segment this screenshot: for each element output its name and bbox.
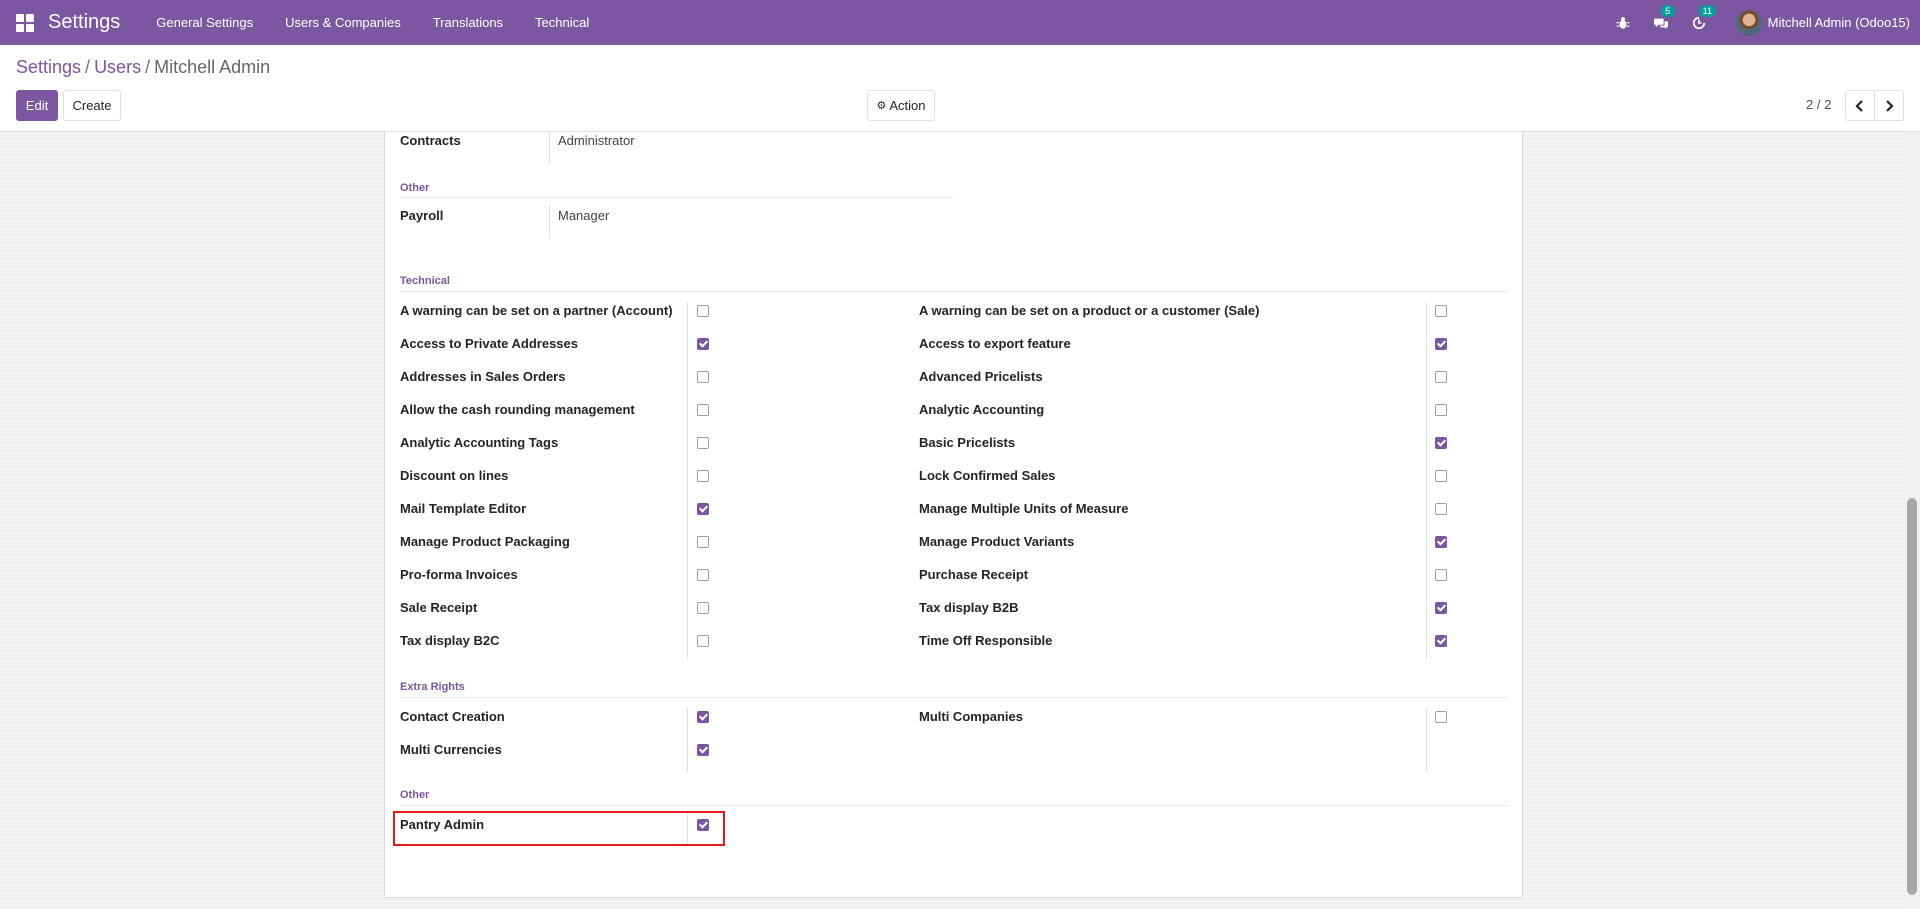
field-label-contact-creation: Contact Creation xyxy=(400,709,505,724)
field-label-a-warning-can-be-set-on-a-partner-account: A warning can be set on a partner (Accou… xyxy=(400,303,673,318)
field-label-time-off-responsible: Time Off Responsible xyxy=(919,633,1053,648)
chat-badge: 5 xyxy=(1660,4,1675,17)
user-name: Mitchell Admin (Odoo15) xyxy=(1767,15,1910,30)
contracts-label: Contracts xyxy=(400,133,461,148)
chat-icon[interactable]: 5 xyxy=(1651,4,1675,33)
checkbox-multi-companies[interactable] xyxy=(1435,711,1447,723)
checkbox-access-to-export-feature[interactable] xyxy=(1435,338,1447,350)
field-label-tax-display-b2b: Tax display B2B xyxy=(919,600,1019,615)
checkbox-tax-display-b2b[interactable] xyxy=(1435,602,1447,614)
checkbox-manage-product-packaging[interactable] xyxy=(697,536,709,548)
field-label-manage-product-packaging: Manage Product Packaging xyxy=(400,534,570,549)
payroll-label: Payroll xyxy=(400,208,444,223)
checkbox-multi-currencies[interactable] xyxy=(697,744,709,756)
field-label-sale-receipt: Sale Receipt xyxy=(400,600,478,615)
checkbox-manage-product-variants[interactable] xyxy=(1435,536,1447,548)
field-label-purchase-receipt: Purchase Receipt xyxy=(919,567,1029,582)
section-other-bottom: Other xyxy=(400,789,430,801)
payroll-value[interactable]: Manager xyxy=(558,208,609,223)
control-panel: Settings / Users / Mitchell Admin Edit Creat… xyxy=(0,45,1920,132)
field-label-mail-template-editor: Mail Template Editor xyxy=(400,501,527,516)
checkbox-a-warning-can-be-set-on-a-product-or-a-customer-sale[interactable] xyxy=(1435,305,1447,317)
checkbox-sale-receipt[interactable] xyxy=(697,602,709,614)
checkbox-mail-template-editor[interactable] xyxy=(697,503,709,515)
section-other-top: Other xyxy=(400,182,430,194)
form-sheet: Contracts Administrator Other Payroll Ma… xyxy=(384,132,1523,898)
menu-users-companies[interactable]: Users & Companies xyxy=(269,0,417,45)
checkbox-contact-creation[interactable] xyxy=(697,711,709,723)
field-label-a-warning-can-be-set-on-a-product-or-a-customer-sale: A warning can be set on a product or a c… xyxy=(919,303,1260,318)
form-content-area: Contracts Administrator Other Payroll Ma… xyxy=(0,132,1920,909)
chevron-left-icon xyxy=(1855,99,1863,112)
menu-general-settings[interactable]: General Settings xyxy=(140,0,269,45)
checkbox-access-to-private-addresses[interactable] xyxy=(697,338,709,350)
pager-next-button[interactable] xyxy=(1874,90,1904,121)
pager-previous-button[interactable] xyxy=(1845,90,1875,121)
menu-technical[interactable]: Technical xyxy=(519,0,605,45)
chevron-right-icon xyxy=(1886,99,1894,112)
checkbox-discount-on-lines[interactable] xyxy=(697,470,709,482)
field-label-multi-companies: Multi Companies xyxy=(919,709,1024,724)
activity-clock-icon[interactable]: 11 xyxy=(1689,4,1716,33)
field-label-basic-pricelists: Basic Pricelists xyxy=(919,435,1016,450)
field-label-tax-display-b2c: Tax display B2C xyxy=(400,633,500,648)
checkbox-time-off-responsible[interactable] xyxy=(1435,635,1447,647)
field-label-analytic-accounting: Analytic Accounting xyxy=(919,402,1045,417)
field-label-addresses-in-sales-orders: Addresses in Sales Orders xyxy=(400,369,566,384)
navbar-systray: 5 11 Mitchell Admin (Odoo15) xyxy=(1604,0,1920,45)
field-label-advanced-pricelists: Advanced Pricelists xyxy=(919,369,1043,384)
top-navbar: Settings General Settings Users & Compan… xyxy=(0,0,1920,45)
checkbox-purchase-receipt[interactable] xyxy=(1435,569,1447,581)
field-label-allow-the-cash-rounding-management: Allow the cash rounding management xyxy=(400,402,635,417)
field-label-access-to-export-feature: Access to export feature xyxy=(919,336,1071,351)
checkbox-advanced-pricelists[interactable] xyxy=(1435,371,1447,383)
breadcrumb-current: Mitchell Admin xyxy=(154,57,271,77)
action-label: Action xyxy=(889,98,926,113)
contracts-value[interactable]: Administrator xyxy=(558,133,635,148)
checkbox-pro-forma-invoices[interactable] xyxy=(697,569,709,581)
checkbox-addresses-in-sales-orders[interactable] xyxy=(697,371,709,383)
action-button[interactable]: ⚙ Action xyxy=(867,90,935,121)
checkbox-a-warning-can-be-set-on-a-partner-account[interactable] xyxy=(697,305,709,317)
pager-value[interactable]: 2 / 2 xyxy=(1806,97,1831,112)
checkbox-basic-pricelists[interactable] xyxy=(1435,437,1447,449)
breadcrumb: Settings / Users / Mitchell Admin xyxy=(16,57,271,77)
field-label-manage-product-variants: Manage Product Variants xyxy=(919,534,1075,549)
app-brand[interactable]: Settings xyxy=(48,11,120,34)
edit-button[interactable]: Edit xyxy=(16,90,58,121)
checkbox-analytic-accounting-tags[interactable] xyxy=(697,437,709,449)
user-menu[interactable]: Mitchell Admin (Odoo15) xyxy=(1735,9,1910,36)
activity-badge: 11 xyxy=(1698,4,1716,17)
checkbox-tax-display-b2c[interactable] xyxy=(697,635,709,647)
field-label-lock-confirmed-sales: Lock Confirmed Sales xyxy=(919,468,1056,483)
field-label-access-to-private-addresses: Access to Private Addresses xyxy=(400,336,579,351)
create-button[interactable]: Create xyxy=(63,90,121,121)
highlight-box xyxy=(393,811,725,846)
field-label-pro-forma-invoices: Pro-forma Invoices xyxy=(400,567,518,582)
breadcrumb-users[interactable]: Users xyxy=(94,57,141,77)
breadcrumb-settings[interactable]: Settings xyxy=(16,57,81,77)
bug-icon[interactable] xyxy=(1613,13,1633,33)
field-label-discount-on-lines: Discount on lines xyxy=(400,468,509,483)
avatar xyxy=(1735,9,1762,36)
gear-icon: ⚙ xyxy=(876,100,887,112)
field-label-analytic-accounting-tags: Analytic Accounting Tags xyxy=(400,435,559,450)
menu-translations[interactable]: Translations xyxy=(417,0,519,45)
section-technical: Technical xyxy=(400,275,450,287)
checkbox-lock-confirmed-sales[interactable] xyxy=(1435,470,1447,482)
checkbox-allow-the-cash-rounding-management[interactable] xyxy=(697,404,709,416)
field-label-manage-multiple-units-of-measure: Manage Multiple Units of Measure xyxy=(919,501,1129,516)
scrollbar-thumb[interactable] xyxy=(1907,498,1917,895)
checkbox-manage-multiple-units-of-measure[interactable] xyxy=(1435,503,1447,515)
apps-menu-icon[interactable] xyxy=(16,13,34,32)
section-extra-rights: Extra Rights xyxy=(400,681,465,693)
field-label-multi-currencies: Multi Currencies xyxy=(400,742,502,757)
checkbox-analytic-accounting[interactable] xyxy=(1435,404,1447,416)
